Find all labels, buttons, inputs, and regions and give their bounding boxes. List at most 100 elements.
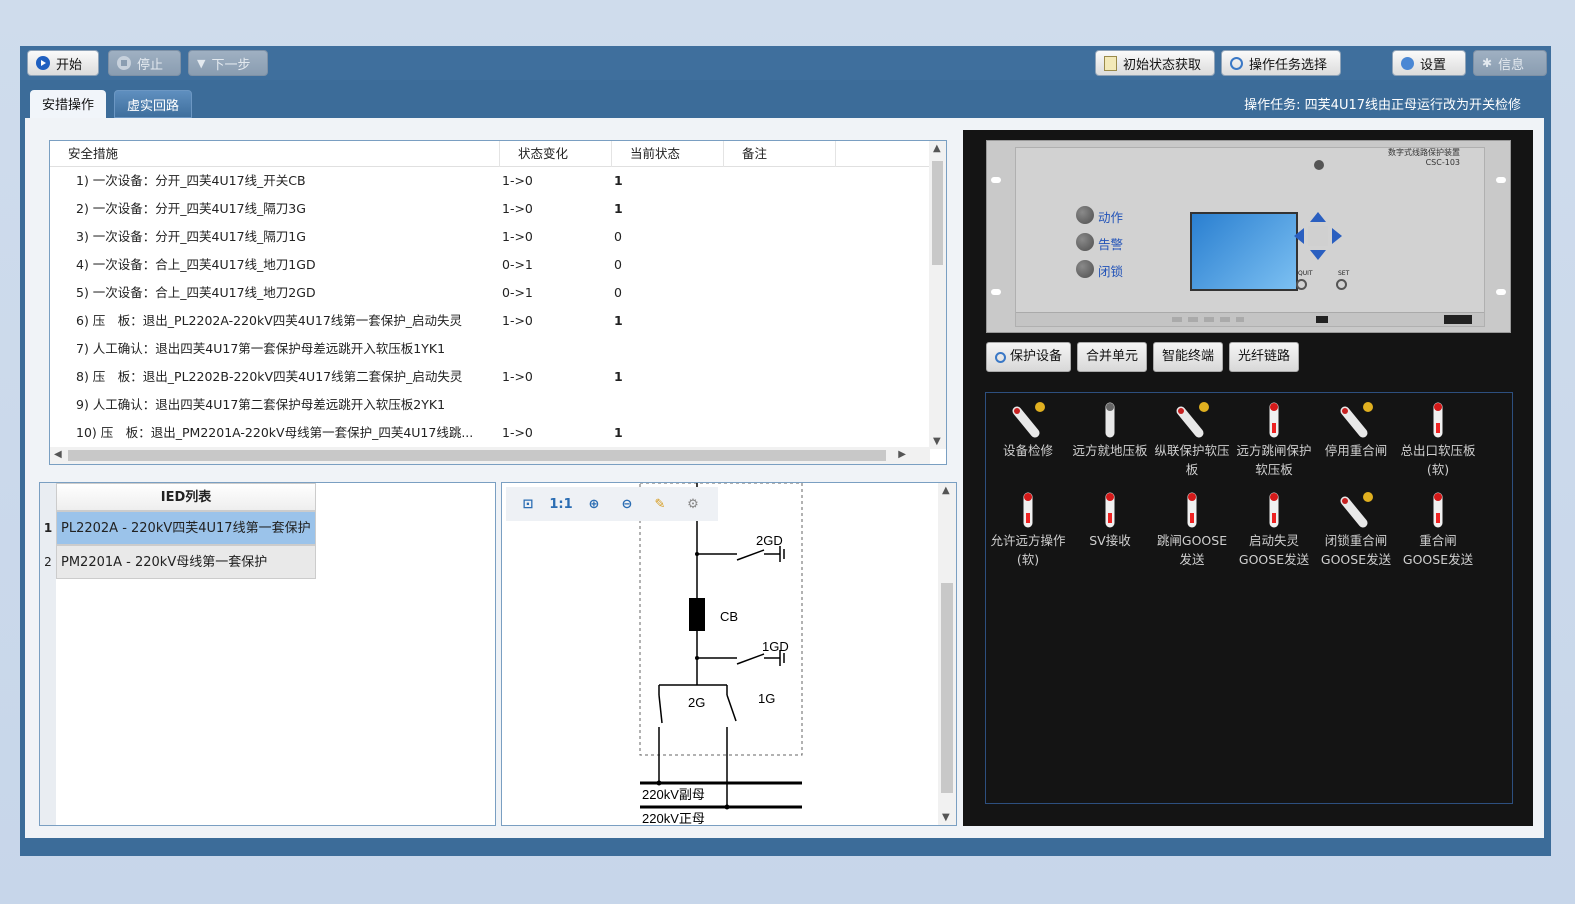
settings-button[interactable]: 设置 [1392, 50, 1466, 76]
label-2gd: 2GD [756, 533, 783, 548]
cell-state-change: 1->0 [502, 229, 533, 244]
zoom-out-icon[interactable]: ⊖ [613, 491, 641, 517]
main-window: 开始 停止 ▼ 下一步 初始状态获取 操作任务选择 设置 ✱ 信息 安措操作 虚… [20, 46, 1551, 856]
start-button[interactable]: 开始 [27, 50, 99, 76]
ied-list-panel: IED列表 1 PL2202A - 220kV四芙4U17线第一套保护 2 PM… [39, 482, 496, 826]
zoom-fit-icon[interactable]: ⊡ [514, 491, 542, 517]
cell-state-change: 1->0 [502, 313, 533, 328]
plate-label: 纵联保护软压板 [1154, 443, 1230, 477]
soft-plate[interactable]: 总出口软压板(软) [1398, 397, 1478, 479]
tab-merging-unit[interactable]: 合并单元 [1077, 342, 1148, 372]
soft-plate[interactable]: 允许远方操作(软) [988, 487, 1068, 569]
label-bus-secondary: 220kV副母 [642, 787, 705, 802]
tab-safety-ops[interactable]: 安措操作 [30, 90, 107, 118]
soft-plate[interactable]: 设备检修 [988, 397, 1068, 460]
info-label: 信息 [1498, 57, 1525, 73]
gear-icon[interactable]: ⚙ [679, 491, 707, 517]
soft-plate[interactable]: 远方跳闸保护软压板 [1234, 397, 1314, 479]
soft-plate[interactable]: 重合闸GOOSE发送 [1398, 487, 1478, 569]
plate-on-red-icon [1003, 487, 1053, 531]
table-row[interactable]: 7) 人工确认：退出四芙4U17第一套保护母差远跳开入软压板1YK1 [50, 335, 930, 363]
soft-plate[interactable]: 停用重合闸 [1316, 397, 1396, 460]
hscroll-thumb[interactable] [68, 450, 886, 461]
table-row[interactable]: 2) 一次设备：分开_四芙4U17线_隔刀3G 1->0 1 [50, 195, 930, 223]
scroll-down-icon[interactable]: ▼ [942, 812, 950, 823]
info-button[interactable]: ✱ 信息 [1473, 50, 1547, 76]
cell-current-state [612, 335, 724, 363]
plate-off-tilted-icon [1331, 487, 1381, 531]
led-alarm [1076, 233, 1094, 251]
cell-measure: 8) 压 板：退出_PL2202B-220kV四芙4U17线第二套保护_启动失灵 [76, 369, 463, 384]
scroll-left-icon[interactable]: ◀ [54, 449, 62, 460]
relay-title: 数字式线路保护装置 [1388, 148, 1460, 157]
status-indicators [1172, 317, 1244, 322]
soft-plate[interactable]: 远方就地压板 [1070, 397, 1150, 460]
plate-label: 闭锁重合闸GOOSE发送 [1320, 533, 1392, 567]
label-1gd: 1GD [762, 639, 789, 654]
header-remark: 备注 [724, 141, 836, 167]
soft-plate[interactable]: 跳闸GOOSE发送 [1152, 487, 1232, 569]
table-row[interactable]: 10) 压 板：退出_PM2201A-220kV母线第一套保护_四芙4U17线跳… [50, 419, 930, 447]
quit-label: QUIT [1298, 270, 1313, 277]
tab-fiber-link[interactable]: 光纤链路 [1229, 342, 1300, 372]
soft-plate[interactable]: 闭锁重合闸GOOSE发送 [1316, 487, 1396, 569]
soft-plates-panel: 设备检修 远方就地压板 纵联保护软压板 远方跳闸保护软压板 停用重合闸 总出口软压板(软)… [985, 392, 1513, 804]
ied-row[interactable]: 1 PL2202A - 220kV四芙4U17线第一套保护 [40, 511, 316, 545]
zoom-in-icon[interactable]: ⊕ [580, 491, 608, 517]
header-measure: 安全措施 [50, 141, 500, 167]
tab-smart-terminal[interactable]: 智能终端 [1153, 342, 1224, 372]
mount-hole [991, 289, 1001, 295]
plate-off-tilted-icon [1331, 397, 1381, 441]
scroll-up-icon[interactable]: ▲ [933, 143, 941, 154]
diagram-scroll-thumb[interactable] [941, 583, 953, 793]
tab-protection-device[interactable]: 保护设备 [986, 342, 1072, 372]
tab-virtual-circuit[interactable]: 虚实回路 [114, 90, 193, 118]
plate-local-grey-icon [1085, 397, 1135, 441]
scroll-right-icon[interactable]: ▶ [898, 449, 906, 460]
stop-button[interactable]: 停止 [108, 50, 181, 76]
table-row[interactable]: 5) 一次设备：合上_四芙4U17线_地刀2GD 0->1 0 [50, 279, 930, 307]
relay-device-image: 数字式线路保护装置 CSC-103 动作 告警 闭锁 QUIT SET [986, 140, 1511, 333]
soft-plate[interactable]: 启动失灵GOOSE发送 [1234, 487, 1314, 569]
toolbar: 开始 停止 ▼ 下一步 初始状态获取 操作任务选择 设置 ✱ 信息 [20, 46, 1551, 80]
stop-icon [117, 56, 131, 70]
row-number: 2 [44, 555, 52, 569]
vertical-scrollbar[interactable]: ▲ ▼ [929, 141, 946, 449]
cell-current-state: 1 [614, 425, 623, 440]
table-row[interactable]: 9) 人工确认：退出四芙4U17第二套保护母差远跳开入软压板2YK1 [50, 391, 930, 419]
table-row[interactable]: 4) 一次设备：合上_四芙4U17线_地刀1GD 0->1 0 [50, 251, 930, 279]
cell-state-change: 1->0 [502, 201, 533, 216]
led-trip-label: 动作 [1098, 210, 1124, 225]
table-row[interactable]: 6) 压 板：退出_PL2202A-220kV四芙4U17线第一套保护_启动失灵… [50, 307, 930, 335]
horizontal-scrollbar[interactable]: ◀ ▶ [50, 447, 930, 464]
soft-plate[interactable]: 纵联保护软压板 [1152, 397, 1232, 479]
cell-state-change: 1->0 [502, 369, 533, 384]
table-row[interactable]: 1) 一次设备：分开_四芙4U17线_开关CB 1->0 1 [50, 167, 930, 195]
brush-icon[interactable]: ✎ [646, 491, 674, 517]
content-area: 安全措施 状态变化 当前状态 备注 1) 一次设备：分开_四芙4U17线_开关C… [25, 118, 1544, 838]
cell-current-state: 0 [614, 285, 622, 300]
next-step-button[interactable]: ▼ 下一步 [188, 50, 268, 76]
task-select-button[interactable]: 操作任务选择 [1221, 50, 1341, 76]
plate-on-red-icon [1413, 487, 1463, 531]
plate-label: 启动失灵GOOSE发送 [1238, 533, 1310, 567]
direction-pad-icon[interactable] [1288, 208, 1348, 268]
start-label: 开始 [56, 57, 83, 73]
set-button[interactable] [1336, 279, 1347, 290]
mount-hole [1496, 289, 1506, 295]
diagram-vertical-scrollbar[interactable]: ▲ ▼ [938, 483, 956, 825]
plate-label: 远方就地压板 [1072, 443, 1148, 458]
quit-button[interactable] [1296, 279, 1307, 290]
ied-row[interactable]: 2 PM2201A - 220kV母线第一套保护 [40, 545, 316, 579]
scroll-up-icon[interactable]: ▲ [942, 485, 950, 496]
init-state-button[interactable]: 初始状态获取 [1095, 50, 1215, 76]
cell-state-change: 1->0 [502, 425, 533, 440]
soft-plate[interactable]: SV接收 [1070, 487, 1150, 550]
scroll-thumb[interactable] [932, 161, 943, 265]
settings-label: 设置 [1420, 57, 1447, 73]
plate-label: 停用重合闸 [1324, 443, 1388, 458]
table-row[interactable]: 8) 压 板：退出_PL2202B-220kV四芙4U17线第二套保护_启动失灵… [50, 363, 930, 391]
table-row[interactable]: 3) 一次设备：分开_四芙4U17线_隔刀1G 1->0 0 [50, 223, 930, 251]
scroll-down-icon[interactable]: ▼ [933, 436, 941, 447]
actual-size-icon[interactable]: 1:1 [547, 491, 575, 517]
